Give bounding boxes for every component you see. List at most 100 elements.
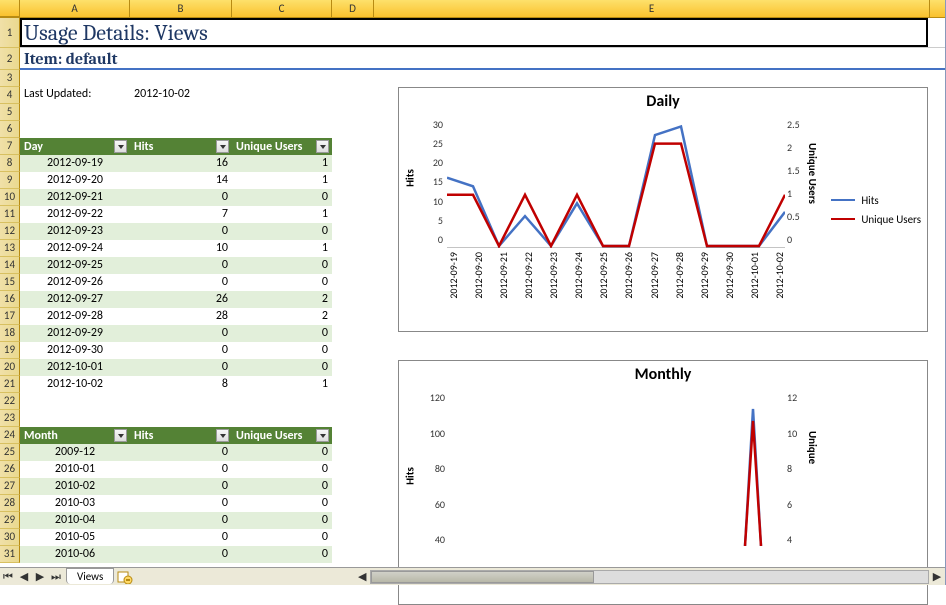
cell[interactable]: 2 bbox=[232, 308, 332, 325]
row-number[interactable]: 30 bbox=[0, 529, 20, 546]
table-row[interactable]: 2012-09-20141 bbox=[20, 172, 332, 189]
cell[interactable]: 0 bbox=[232, 325, 332, 342]
row-number[interactable]: 26 bbox=[0, 461, 20, 478]
cell[interactable]: 2012-09-25 bbox=[20, 257, 130, 274]
filter-dropdown-icon[interactable] bbox=[216, 140, 229, 153]
cell[interactable]: 2012-09-21 bbox=[20, 189, 130, 206]
row-number[interactable]: 22 bbox=[0, 393, 20, 410]
cell[interactable]: 2012-09-28 bbox=[20, 308, 130, 325]
cell[interactable]: 10 bbox=[130, 240, 232, 257]
row-number[interactable]: 31 bbox=[0, 546, 20, 563]
cell[interactable]: 0 bbox=[130, 478, 232, 495]
cell[interactable]: 7 bbox=[130, 206, 232, 223]
table-row[interactable]: 2012-09-27262 bbox=[20, 291, 332, 308]
cell[interactable]: 1 bbox=[232, 172, 332, 189]
col-unique[interactable]: Unique Users bbox=[232, 138, 332, 155]
row-number[interactable]: 4 bbox=[0, 87, 20, 104]
row-number[interactable]: 23 bbox=[0, 410, 20, 427]
table-row[interactable]: 2012-09-19161 bbox=[20, 155, 332, 172]
cell[interactable]: 0 bbox=[130, 274, 232, 291]
cell[interactable]: 2010-01 bbox=[20, 461, 130, 478]
cell[interactable]: 0 bbox=[232, 512, 332, 529]
row-number[interactable]: 6 bbox=[0, 121, 20, 138]
table-row[interactable]: 2012-09-2271 bbox=[20, 206, 332, 223]
cell[interactable]: 2012-09-29 bbox=[20, 325, 130, 342]
cell[interactable]: 1 bbox=[232, 206, 332, 223]
row-number[interactable]: 28 bbox=[0, 495, 20, 512]
column-header-A[interactable]: A bbox=[20, 0, 130, 18]
table-row[interactable]: 2012-09-2600 bbox=[20, 274, 332, 291]
cell[interactable]: 2012-09-23 bbox=[20, 223, 130, 240]
filter-dropdown-icon[interactable] bbox=[114, 140, 127, 153]
scroll-track[interactable] bbox=[370, 570, 929, 584]
col-month[interactable]: Month bbox=[20, 427, 130, 444]
cell[interactable]: 2012-09-24 bbox=[20, 240, 130, 257]
row-number[interactable]: 20 bbox=[0, 359, 20, 376]
cell[interactable]: 14 bbox=[130, 172, 232, 189]
table-row[interactable]: 2012-10-0100 bbox=[20, 359, 332, 376]
horizontal-scrollbar[interactable]: ◀ ▶ bbox=[354, 569, 945, 585]
cell[interactable]: 2012-09-30 bbox=[20, 342, 130, 359]
cell[interactable]: 2009-12 bbox=[20, 444, 130, 461]
cell[interactable]: 0 bbox=[232, 529, 332, 546]
cell[interactable]: 0 bbox=[130, 359, 232, 376]
cell[interactable]: 0 bbox=[130, 189, 232, 206]
scroll-thumb[interactable] bbox=[371, 571, 594, 583]
table-row[interactable]: 2010-0500 bbox=[20, 529, 332, 546]
row-number[interactable]: 25 bbox=[0, 444, 20, 461]
table-row[interactable]: 2010-0300 bbox=[20, 495, 332, 512]
table-row[interactable]: 2012-09-24101 bbox=[20, 240, 332, 257]
col-day[interactable]: Day bbox=[20, 138, 130, 155]
cell[interactable]: 2010-02 bbox=[20, 478, 130, 495]
table-row[interactable]: 2012-09-2900 bbox=[20, 325, 332, 342]
sheet-tab-views[interactable]: Views bbox=[66, 568, 114, 584]
tab-prev-icon[interactable]: ◀ bbox=[16, 569, 32, 585]
cell[interactable]: 2012-09-19 bbox=[20, 155, 130, 172]
cell[interactable]: 0 bbox=[130, 444, 232, 461]
row-number[interactable]: 21 bbox=[0, 376, 20, 393]
row-number[interactable]: 24 bbox=[0, 427, 20, 444]
row-number[interactable]: 19 bbox=[0, 342, 20, 359]
table-row[interactable]: 2012-09-3000 bbox=[20, 342, 332, 359]
row-number[interactable]: 18 bbox=[0, 325, 20, 342]
cell[interactable]: 2010-05 bbox=[20, 529, 130, 546]
tab-first-icon[interactable]: ⏮ bbox=[0, 569, 16, 585]
filter-dropdown-icon[interactable] bbox=[316, 140, 329, 153]
table-row[interactable]: 2010-0100 bbox=[20, 461, 332, 478]
cell[interactable]: 0 bbox=[232, 444, 332, 461]
row-number[interactable]: 8 bbox=[0, 155, 20, 172]
tab-next-icon[interactable]: ▶ bbox=[32, 569, 48, 585]
cell[interactable]: 2010-03 bbox=[20, 495, 130, 512]
cell[interactable]: 0 bbox=[232, 274, 332, 291]
cell[interactable]: 2012-09-20 bbox=[20, 172, 130, 189]
cell[interactable]: 0 bbox=[130, 342, 232, 359]
table-row[interactable]: 2010-0400 bbox=[20, 512, 332, 529]
table-row[interactable]: 2010-0200 bbox=[20, 478, 332, 495]
cell[interactable]: 0 bbox=[232, 478, 332, 495]
cell[interactable]: 0 bbox=[130, 529, 232, 546]
row-number[interactable]: 14 bbox=[0, 257, 20, 274]
table-row[interactable]: 2012-09-2300 bbox=[20, 223, 332, 240]
filter-dropdown-icon[interactable] bbox=[216, 429, 229, 442]
row-number[interactable]: 10 bbox=[0, 189, 20, 206]
scroll-left-icon[interactable]: ◀ bbox=[354, 569, 370, 585]
table-row[interactable]: 2012-09-28282 bbox=[20, 308, 332, 325]
cell[interactable]: 0 bbox=[130, 495, 232, 512]
cell[interactable]: 0 bbox=[130, 546, 232, 563]
col-unique[interactable]: Unique Users bbox=[232, 427, 332, 444]
row-number[interactable]: 13 bbox=[0, 240, 20, 257]
column-header-C[interactable]: C bbox=[232, 0, 332, 18]
cell[interactable]: 0 bbox=[232, 546, 332, 563]
cell[interactable]: 2012-10-02 bbox=[20, 376, 130, 393]
col-hits[interactable]: Hits bbox=[130, 138, 232, 155]
row-number[interactable]: 12 bbox=[0, 223, 20, 240]
row-number[interactable]: 3 bbox=[0, 70, 20, 87]
column-header-E[interactable]: E bbox=[374, 0, 930, 18]
row-number[interactable]: 9 bbox=[0, 172, 20, 189]
cell[interactable]: 2012-09-26 bbox=[20, 274, 130, 291]
daily-chart[interactable]: Daily Hits Unique Users 302520151050 2.5… bbox=[398, 87, 928, 332]
row-number[interactable]: 17 bbox=[0, 308, 20, 325]
cell[interactable]: 2012-10-01 bbox=[20, 359, 130, 376]
cell[interactable]: 2 bbox=[232, 291, 332, 308]
row-number[interactable]: 5 bbox=[0, 104, 20, 121]
